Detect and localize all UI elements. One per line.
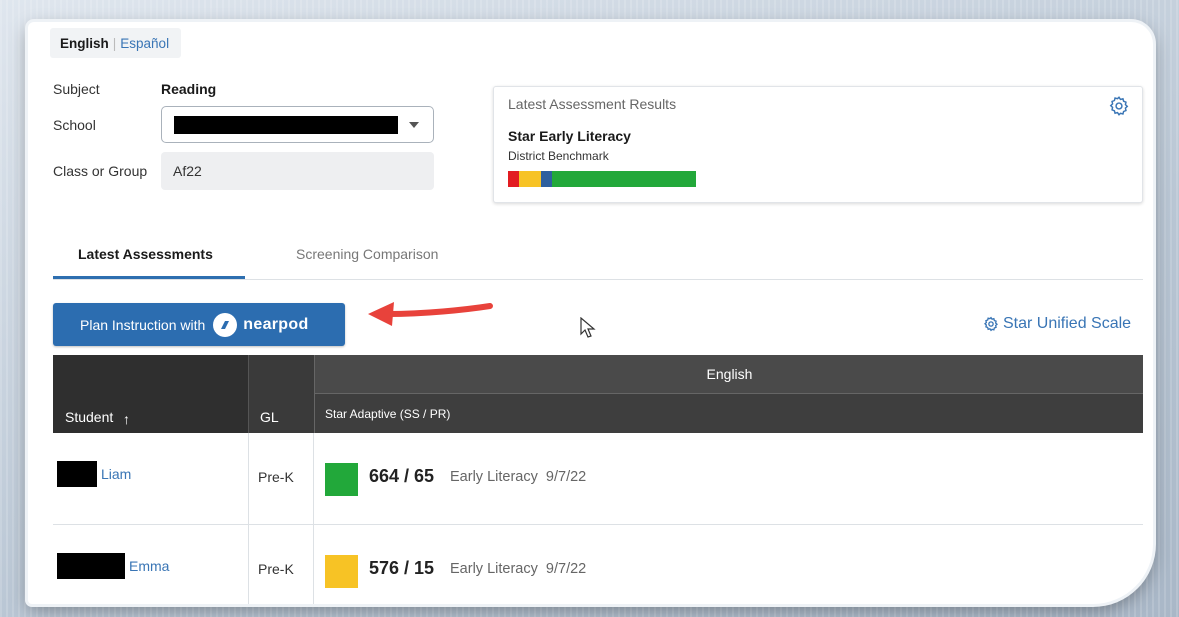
results-card-title: Latest Assessment Results [508, 96, 677, 112]
column-header-star-adaptive[interactable]: Star Adaptive (SS / PR) [314, 393, 1143, 433]
sort-ascending-icon: ↑ [123, 411, 130, 427]
student-cell: Liam [57, 461, 131, 487]
gl-header-label: GL [260, 409, 279, 425]
tab-screening-comparison[interactable]: Screening Comparison [296, 246, 438, 262]
subject-value: Reading [161, 81, 217, 97]
student-name-link[interactable]: Emma [129, 558, 169, 574]
language-separator: | [112, 35, 117, 51]
benchmark-segment [518, 171, 542, 187]
plan-instruction-button[interactable]: Plan Instruction with nearpod [53, 303, 345, 346]
benchmark-segment [551, 171, 696, 187]
benchmark-distribution-bar [508, 171, 696, 187]
column-header-gl[interactable]: GL [248, 355, 314, 433]
assessment-meta: Early Literacy 9/7/22 [450, 561, 586, 577]
star-adaptive-header-label: Star Adaptive (SS / PR) [325, 407, 451, 421]
english-group-label: English [706, 366, 753, 382]
column-header-student[interactable]: Student ↑ [53, 355, 248, 433]
active-tab-indicator [53, 276, 245, 279]
student-cell: Emma [57, 553, 169, 579]
latest-results-card: Latest Assessment Results Star Early Lit… [493, 86, 1143, 203]
table-row: Liam Pre-K 664 / 65 Early Literacy 9/7/2… [53, 433, 1143, 525]
score-level-swatch [325, 555, 358, 588]
assessment-name: Star Early Literacy [508, 128, 631, 144]
tab-bar: Latest Assessments Screening Comparison [53, 238, 1143, 280]
scaled-score: 576 / 15 [369, 558, 435, 578]
language-espanol[interactable]: Español [120, 36, 169, 51]
class-label: Class or Group [53, 163, 148, 179]
scaled-score: 664 / 65 [369, 466, 435, 486]
star-unified-scale-link[interactable]: Star Unified Scale [983, 315, 1131, 333]
language-switcher: English | Español [50, 28, 182, 58]
mouse-cursor-icon [580, 317, 596, 338]
gear-icon[interactable] [1108, 95, 1130, 117]
table-row: Emma Pre-K 576 / 15 Early Literacy 9/7/2… [53, 525, 1143, 604]
scale-link-label: Star Unified Scale [1003, 315, 1132, 332]
main-panel: English | Español Subject Reading School… [28, 22, 1153, 604]
nearpod-logo-icon [213, 312, 238, 337]
student-lastname-redacted [57, 461, 97, 487]
benchmark-label: District Benchmark [508, 149, 609, 163]
test-name: Early Literacy [450, 469, 538, 485]
student-name-link[interactable]: Liam [101, 466, 131, 482]
tab-latest-assessments[interactable]: Latest Assessments [78, 246, 213, 262]
test-date: 9/7/22 [545, 469, 587, 485]
gear-icon [984, 316, 998, 332]
test-date: 9/7/22 [545, 561, 587, 577]
grade-level: Pre-K [258, 561, 294, 577]
language-english[interactable]: English [60, 36, 109, 51]
red-arrow-icon [368, 302, 493, 326]
score-level-swatch [325, 463, 358, 496]
nearpod-brand: nearpod [243, 315, 309, 333]
benchmark-segment [541, 171, 552, 187]
student-lastname-redacted [57, 553, 125, 579]
student-header-label: Student [65, 409, 114, 425]
school-name-redacted [174, 116, 398, 134]
class-value: Af22 [173, 163, 202, 179]
class-field[interactable]: Af22 [161, 152, 434, 190]
test-name: Early Literacy [450, 561, 538, 577]
subject-label: Subject [53, 81, 100, 97]
grade-level: Pre-K [258, 469, 294, 485]
chevron-down-icon [409, 122, 419, 128]
plan-button-label: Plan Instruction with [80, 316, 206, 333]
school-label: School [53, 117, 96, 133]
benchmark-segment [508, 171, 519, 187]
column-group-english: English [314, 355, 1143, 393]
assessment-meta: Early Literacy 9/7/22 [450, 469, 586, 485]
school-select[interactable] [161, 106, 434, 143]
